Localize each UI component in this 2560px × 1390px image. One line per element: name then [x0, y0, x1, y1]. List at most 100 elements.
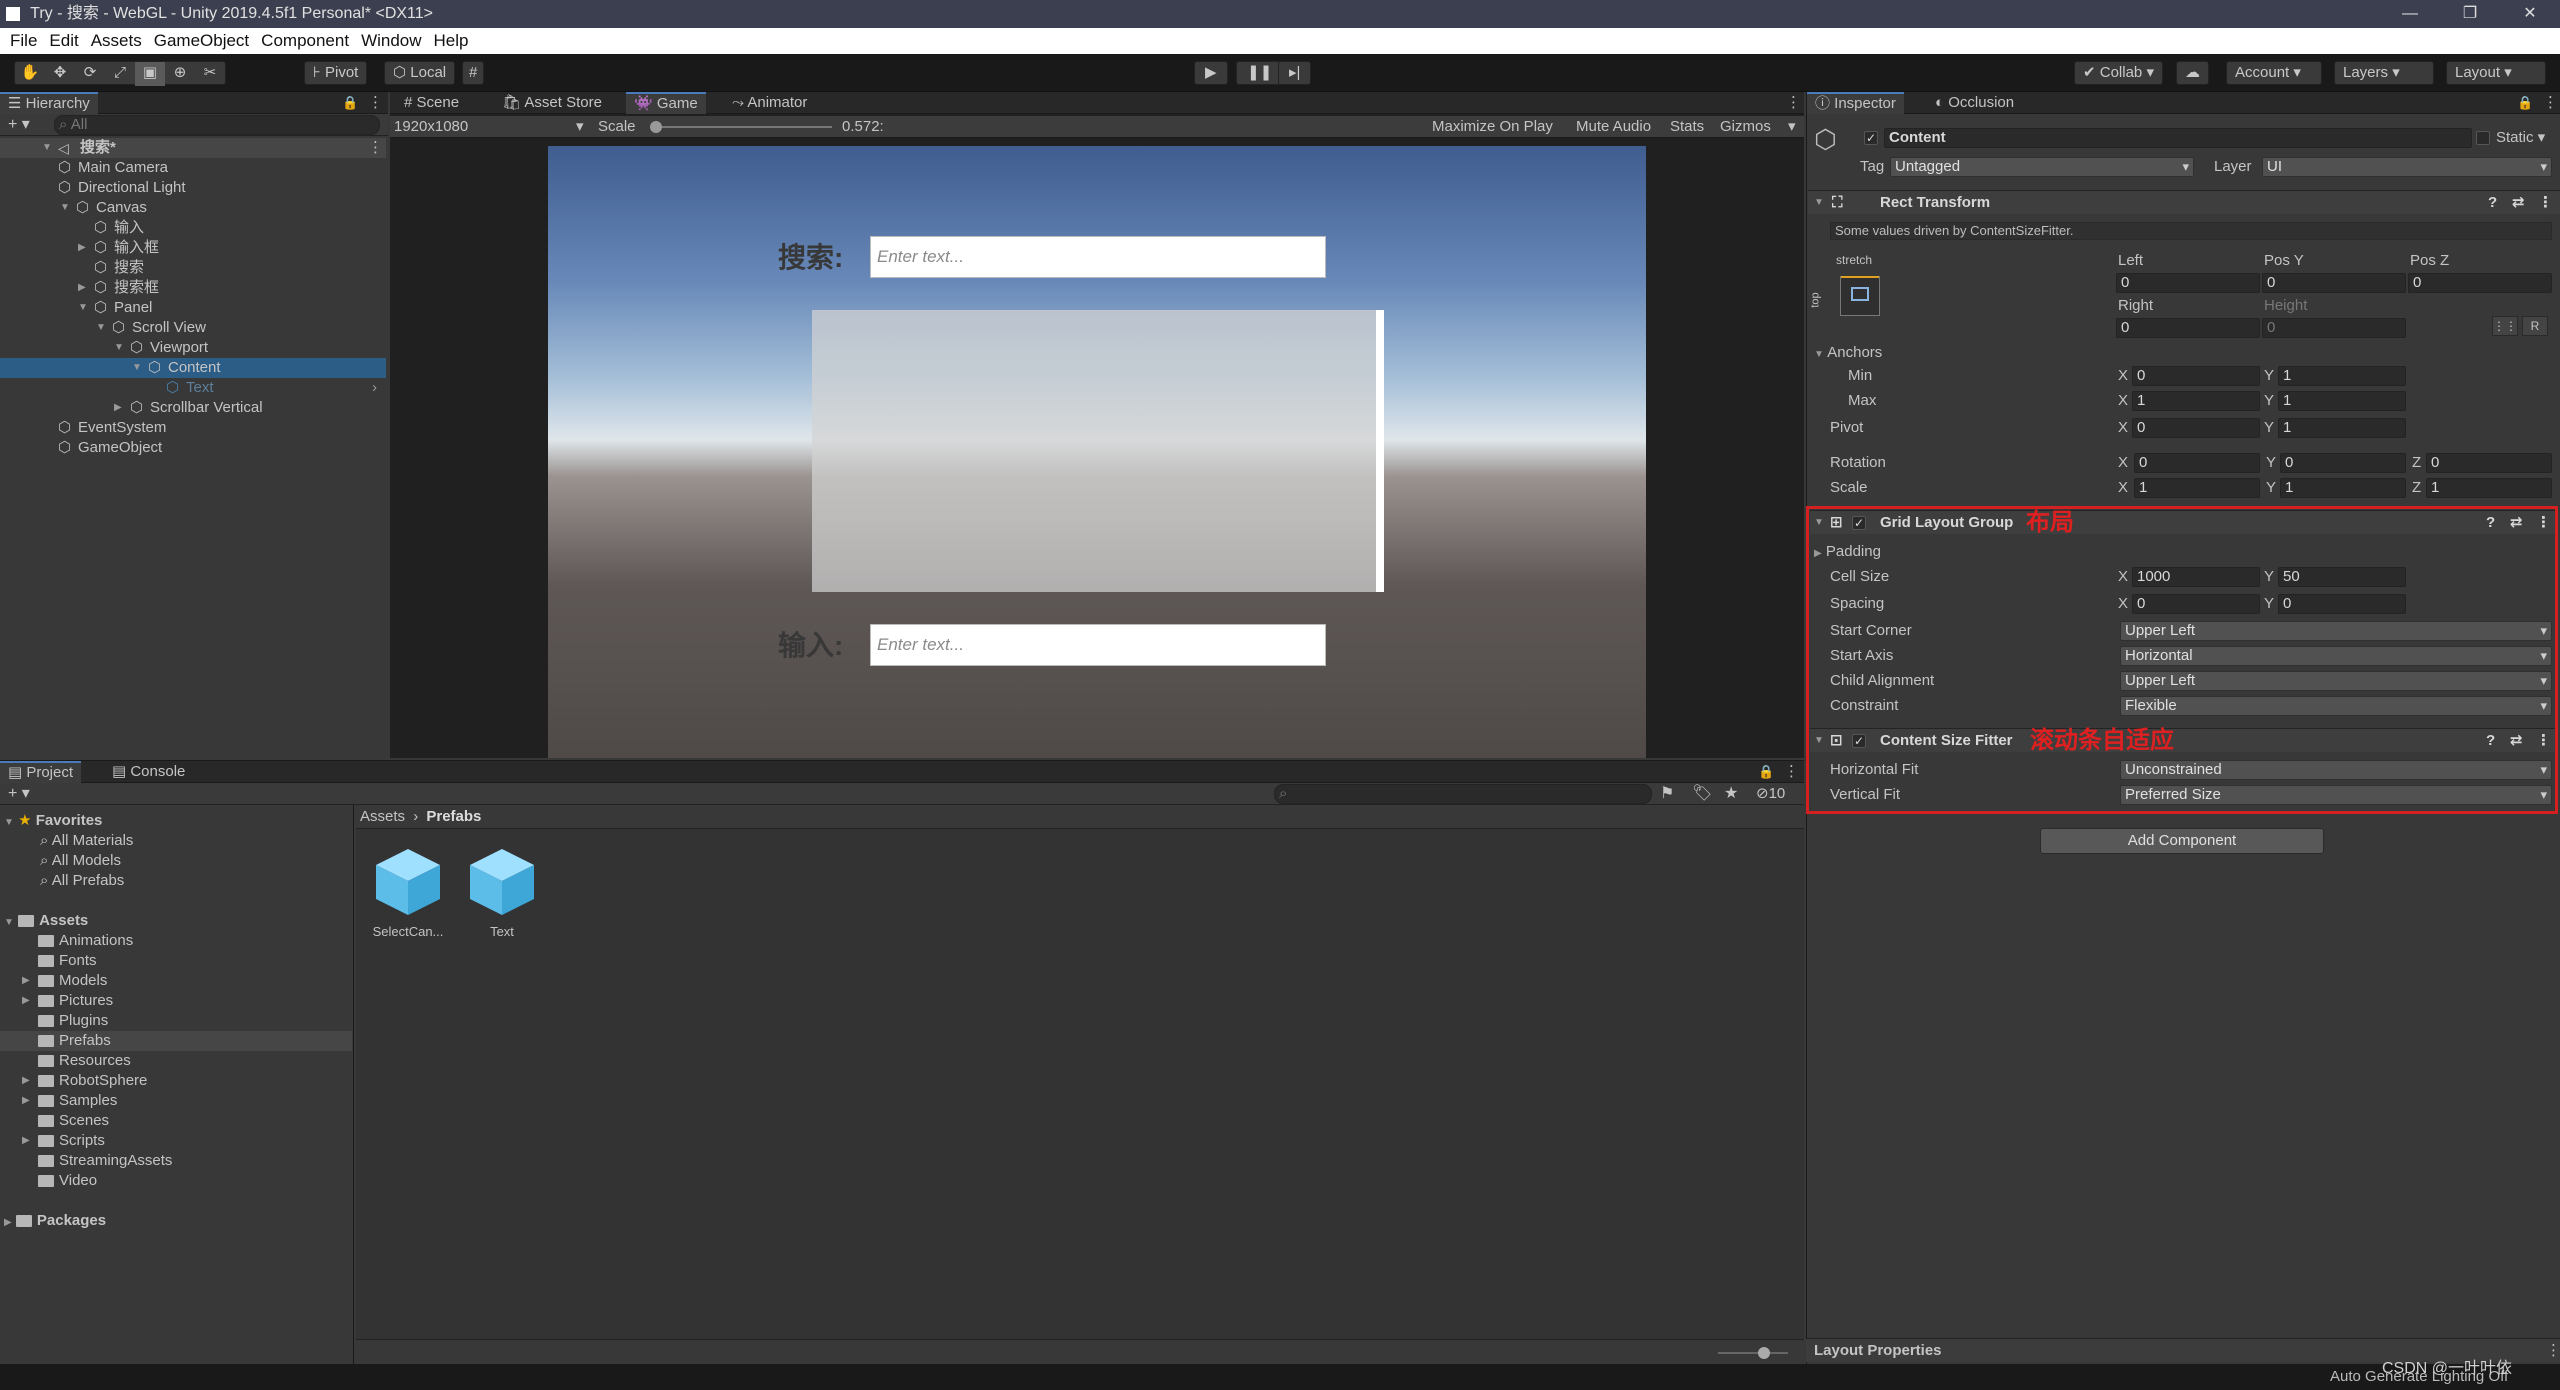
maximize-on-play-toggle[interactable]: Maximize On Play: [1432, 116, 1553, 138]
static-checkbox[interactable]: [2476, 131, 2490, 145]
favorites-row[interactable]: ▼ ★ Favorites: [4, 811, 102, 831]
resolution-dropdown[interactable]: 1920x1080 ▾: [394, 116, 590, 138]
posz-field[interactable]: 0: [2408, 273, 2552, 293]
project-search-input[interactable]: ⌕: [1274, 784, 1652, 804]
breadcrumb-assets[interactable]: Assets: [360, 808, 405, 825]
help-icon[interactable]: ?: [2486, 729, 2495, 753]
folder-row[interactable]: Plugins: [0, 1011, 352, 1031]
layout-dropdown[interactable]: Layout ▾: [2446, 61, 2546, 85]
blueprint-mode-icon[interactable]: ⋮⋮: [2492, 316, 2518, 336]
hierarchy-item[interactable]: ▶ ⬡ 输入框: [0, 238, 386, 258]
start-axis-dropdown[interactable]: Horizontal: [2120, 646, 2552, 666]
left-field[interactable]: 0: [2116, 273, 2260, 293]
spacing-x[interactable]: 0: [2132, 594, 2260, 614]
hierarchy-item[interactable]: ⬡ GameObject: [0, 438, 386, 458]
expand-arrow-icon[interactable]: ▶: [22, 1091, 30, 1111]
move-tool-icon[interactable]: ✥: [45, 62, 75, 86]
static-dropdown[interactable]: Static ▾: [2496, 128, 2545, 148]
menu-file[interactable]: File: [6, 28, 45, 54]
mute-audio-toggle[interactable]: Mute Audio: [1576, 116, 1651, 138]
packages-row[interactable]: ▶ Packages: [4, 1211, 106, 1231]
search-by-label-icon[interactable]: 🏷: [1692, 783, 1712, 805]
prefab-item[interactable]: Text: [466, 845, 538, 939]
expand-arrow-icon[interactable]: ▶: [78, 238, 90, 258]
layer-dropdown[interactable]: UI: [2262, 157, 2552, 177]
minimize-icon[interactable]: —: [2380, 0, 2440, 28]
chevron-right-icon[interactable]: ›: [372, 378, 377, 398]
posy-field[interactable]: 0: [2262, 273, 2406, 293]
hierarchy-search-input[interactable]: ⌕ All: [54, 115, 380, 135]
raw-edit-icon[interactable]: R: [2522, 316, 2548, 336]
expand-arrow-icon[interactable]: ▶: [22, 1131, 30, 1151]
add-component-button[interactable]: Add Component: [2040, 828, 2324, 854]
hierarchy-item[interactable]: ⬡ Text ›: [0, 378, 386, 398]
padding-foldout[interactable]: ▶ Padding: [1814, 542, 1881, 564]
tab-occlusion[interactable]: ◐ Occlusion: [1927, 92, 2022, 114]
collab-dropdown[interactable]: ✔ Collab ▾: [2074, 61, 2163, 85]
scale-slider[interactable]: [650, 121, 832, 133]
inspector-lock-icon[interactable]: 🔒: [2517, 92, 2533, 114]
hierarchy-item[interactable]: ▼ ⬡ Scroll View: [0, 318, 386, 338]
anchor-min-y[interactable]: 1: [2278, 366, 2406, 386]
create-plus-icon[interactable]: + ▾: [8, 114, 30, 136]
pause-button[interactable]: ❚❚: [1236, 61, 1284, 85]
expand-arrow-icon[interactable]: ▶: [22, 971, 30, 991]
rotation-z[interactable]: 0: [2426, 453, 2552, 473]
search-input[interactable]: Enter text...: [870, 236, 1326, 278]
pivot-x[interactable]: 0: [2132, 418, 2260, 438]
project-create-plus-icon[interactable]: + ▾: [8, 783, 30, 805]
component-kebab-icon[interactable]: ⋮: [2536, 511, 2551, 535]
search-by-type-icon[interactable]: ⚑: [1660, 783, 1674, 805]
folder-row[interactable]: Prefabs: [0, 1031, 352, 1051]
expand-arrow-icon[interactable]: ▶: [22, 1071, 30, 1091]
component-kebab-icon[interactable]: ⋮: [2536, 729, 2551, 753]
menu-component[interactable]: Component: [257, 28, 357, 54]
hierarchy-item[interactable]: ▼ ⬡ Viewport: [0, 338, 386, 358]
constraint-dropdown[interactable]: Flexible: [2120, 696, 2552, 716]
close-icon[interactable]: ✕: [2500, 0, 2560, 28]
help-icon[interactable]: ?: [2488, 191, 2497, 215]
rotate-tool-icon[interactable]: ⟳: [75, 62, 105, 86]
anchor-max-x[interactable]: 1: [2132, 391, 2260, 411]
hierarchy-item[interactable]: ⬡ Directional Light: [0, 178, 386, 198]
prefab-item[interactable]: SelectCan...: [372, 845, 444, 939]
menu-edit[interactable]: Edit: [45, 28, 86, 54]
cell-size-x[interactable]: 1000: [2132, 567, 2260, 587]
rect-tool-icon[interactable]: ▣: [135, 62, 165, 86]
expand-arrow-icon[interactable]: ▼: [132, 358, 144, 378]
lock-icon[interactable]: 🔒: [342, 92, 358, 114]
step-button[interactable]: ▸|: [1278, 61, 1312, 85]
rect-transform-header[interactable]: ▼ ⛶ Rect Transform ? ⇄ ⋮: [1808, 190, 2560, 214]
hierarchy-item[interactable]: ▼ ⬡ Content: [0, 358, 386, 378]
favorite-all-models[interactable]: ⌕ All Models: [40, 851, 121, 871]
hierarchy-item[interactable]: ⬡ 搜索: [0, 258, 386, 278]
anchor-max-y[interactable]: 1: [2278, 391, 2406, 411]
favorite-all-materials[interactable]: ⌕ All Materials: [40, 831, 133, 851]
favorite-all-prefabs[interactable]: ⌕ All Prefabs: [40, 871, 124, 891]
hand-tool-icon[interactable]: ✋: [15, 62, 45, 86]
expand-arrow-icon[interactable]: ▼: [60, 198, 72, 218]
maximize-icon[interactable]: ❐: [2440, 0, 2500, 28]
menu-gameobject[interactable]: GameObject: [150, 28, 257, 54]
folder-row[interactable]: Animations: [0, 931, 352, 951]
hierarchy-item[interactable]: ⬡ EventSystem: [0, 418, 386, 438]
preset-icon[interactable]: ⇄: [2510, 729, 2523, 753]
kebab-icon[interactable]: ⋮: [368, 92, 383, 114]
folder-row[interactable]: ▶ Samples: [0, 1091, 352, 1111]
start-corner-dropdown[interactable]: Upper Left: [2120, 621, 2552, 641]
right-field[interactable]: 0: [2116, 318, 2260, 338]
active-checkbox[interactable]: ✓: [1864, 131, 1878, 145]
horizontal-fit-dropdown[interactable]: Unconstrained: [2120, 760, 2552, 780]
grid-layout-enabled-checkbox[interactable]: ✓: [1852, 516, 1866, 530]
child-alignment-dropdown[interactable]: Upper Left: [2120, 671, 2552, 691]
content-size-fitter-header[interactable]: ▼ ⊡ ✓ Content Size Fitter 滚动条自适应 ? ⇄ ⋮: [1810, 727, 2555, 754]
layers-dropdown[interactable]: Layers ▾: [2334, 61, 2434, 85]
expand-arrow-icon[interactable]: ▶: [78, 278, 90, 298]
tab-hierarchy[interactable]: ☰ Hierarchy: [0, 92, 98, 114]
inspector-kebab-icon[interactable]: ⋮: [2543, 92, 2558, 114]
content-size-fitter-enabled-checkbox[interactable]: ✓: [1852, 734, 1866, 748]
folder-row[interactable]: ▶ Scripts: [0, 1131, 352, 1151]
vertical-fit-dropdown[interactable]: Preferred Size: [2120, 785, 2552, 805]
folder-row[interactable]: StreamingAssets: [0, 1151, 352, 1171]
tab-asset-store[interactable]: 🛍 Asset Store: [494, 92, 610, 114]
